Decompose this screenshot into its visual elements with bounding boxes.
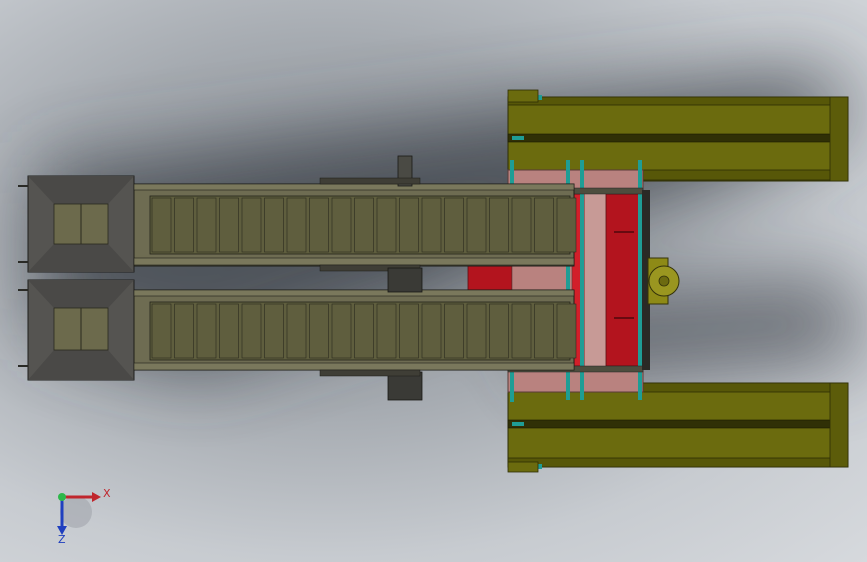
cad-viewport[interactable]: X Z bbox=[0, 0, 867, 562]
z-axis-label: Z bbox=[58, 533, 66, 546]
triad-origin-shadow bbox=[60, 496, 92, 528]
axis-triad: X Z bbox=[57, 487, 111, 546]
x-axis-label: X bbox=[103, 487, 111, 500]
x-axis-head bbox=[92, 492, 101, 502]
y-axis-point bbox=[58, 493, 66, 501]
